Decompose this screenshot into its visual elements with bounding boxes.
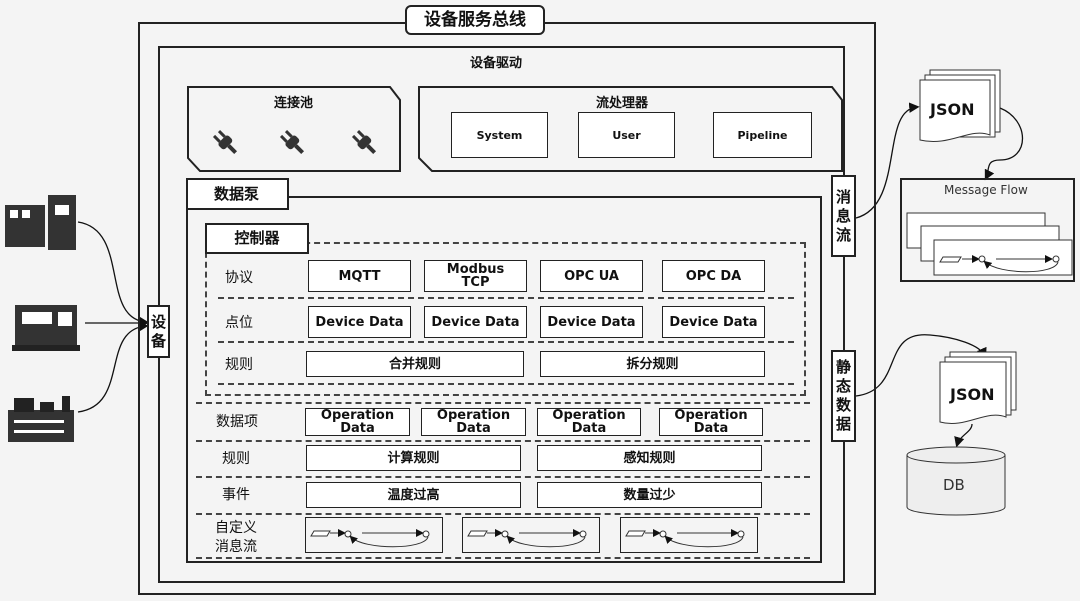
custom-flow bbox=[620, 517, 758, 553]
db-label: DB bbox=[943, 476, 965, 494]
protocol-label: 协议 bbox=[225, 270, 253, 286]
custom-label-2: 消息流 bbox=[215, 539, 257, 555]
device-tag: 设备 bbox=[147, 305, 170, 358]
data-pump-title: 数据泵 bbox=[186, 178, 289, 210]
operation-data: Operation Data bbox=[659, 408, 763, 436]
device-driver-title: 设备驱动 bbox=[470, 56, 523, 71]
split-rule: 拆分规则 bbox=[540, 351, 765, 377]
tag-char: 据 bbox=[835, 415, 851, 433]
event-high-temp: 温度过高 bbox=[306, 482, 521, 508]
pool-title: 连接池 bbox=[274, 96, 314, 111]
divider bbox=[196, 402, 810, 404]
controller-rules-label: 规则 bbox=[225, 357, 253, 373]
divider bbox=[218, 383, 794, 385]
json-doc-2: JSON bbox=[950, 385, 995, 404]
point-device-data: Device Data bbox=[662, 306, 765, 338]
events-label: 事件 bbox=[222, 487, 250, 503]
operation-data: Operation Data bbox=[537, 408, 641, 436]
custom-flow bbox=[305, 517, 443, 553]
point-device-data: Device Data bbox=[308, 306, 411, 338]
point-device-data: Device Data bbox=[424, 306, 527, 338]
divider bbox=[196, 557, 810, 559]
stream-user: User bbox=[578, 112, 675, 158]
protocol-opcda: OPC DA bbox=[662, 260, 765, 292]
protocol-mqtt: MQTT bbox=[308, 260, 411, 292]
protocol-modbus: Modbus TCP bbox=[424, 260, 527, 292]
operation-data: Operation Data bbox=[421, 408, 526, 436]
stream-pipeline: Pipeline bbox=[713, 112, 812, 158]
point-device-data: Device Data bbox=[540, 306, 643, 338]
protocol-opcua: OPC UA bbox=[540, 260, 643, 292]
json-doc-1: JSON bbox=[930, 100, 975, 119]
device-images bbox=[5, 195, 80, 442]
tag-char: 数 bbox=[835, 396, 851, 414]
divider bbox=[218, 297, 794, 299]
device-tag-char: 设 bbox=[150, 312, 166, 331]
rules-label: 规则 bbox=[222, 451, 250, 467]
divider bbox=[218, 341, 794, 343]
sense-rule: 感知规则 bbox=[537, 445, 762, 471]
divider bbox=[196, 513, 810, 515]
custom-label-1: 自定义 bbox=[215, 520, 257, 536]
merge-rule: 合并规则 bbox=[306, 351, 524, 377]
compute-rule: 计算规则 bbox=[306, 445, 521, 471]
stream-title: 流处理器 bbox=[596, 96, 649, 111]
points-label: 点位 bbox=[225, 315, 253, 331]
stream-system: System bbox=[451, 112, 548, 158]
diagram: 设备服务总线 设备驱动 连接池 流处理器 System User Pipelin… bbox=[0, 0, 1080, 601]
custom-flow bbox=[462, 517, 600, 553]
tag-char: 消 bbox=[835, 187, 851, 206]
tag-char: 息 bbox=[835, 206, 851, 225]
tag-char: 静 bbox=[835, 358, 851, 376]
tag-char: 态 bbox=[835, 377, 851, 395]
divider bbox=[196, 440, 810, 442]
data-items-label: 数据项 bbox=[216, 414, 258, 430]
device-tag-char: 备 bbox=[150, 331, 166, 350]
message-flow-title: Message Flow bbox=[944, 183, 1028, 197]
tag-char: 流 bbox=[835, 225, 851, 244]
operation-data: Operation Data bbox=[305, 408, 410, 436]
controller-title: 控制器 bbox=[205, 223, 309, 254]
message-stream-tag: 消息流 bbox=[831, 175, 856, 257]
service-bus-title: 设备服务总线 bbox=[405, 5, 545, 35]
event-low-count: 数量过少 bbox=[537, 482, 762, 508]
divider bbox=[196, 476, 810, 478]
static-data-tag: 静态数据 bbox=[831, 350, 856, 442]
